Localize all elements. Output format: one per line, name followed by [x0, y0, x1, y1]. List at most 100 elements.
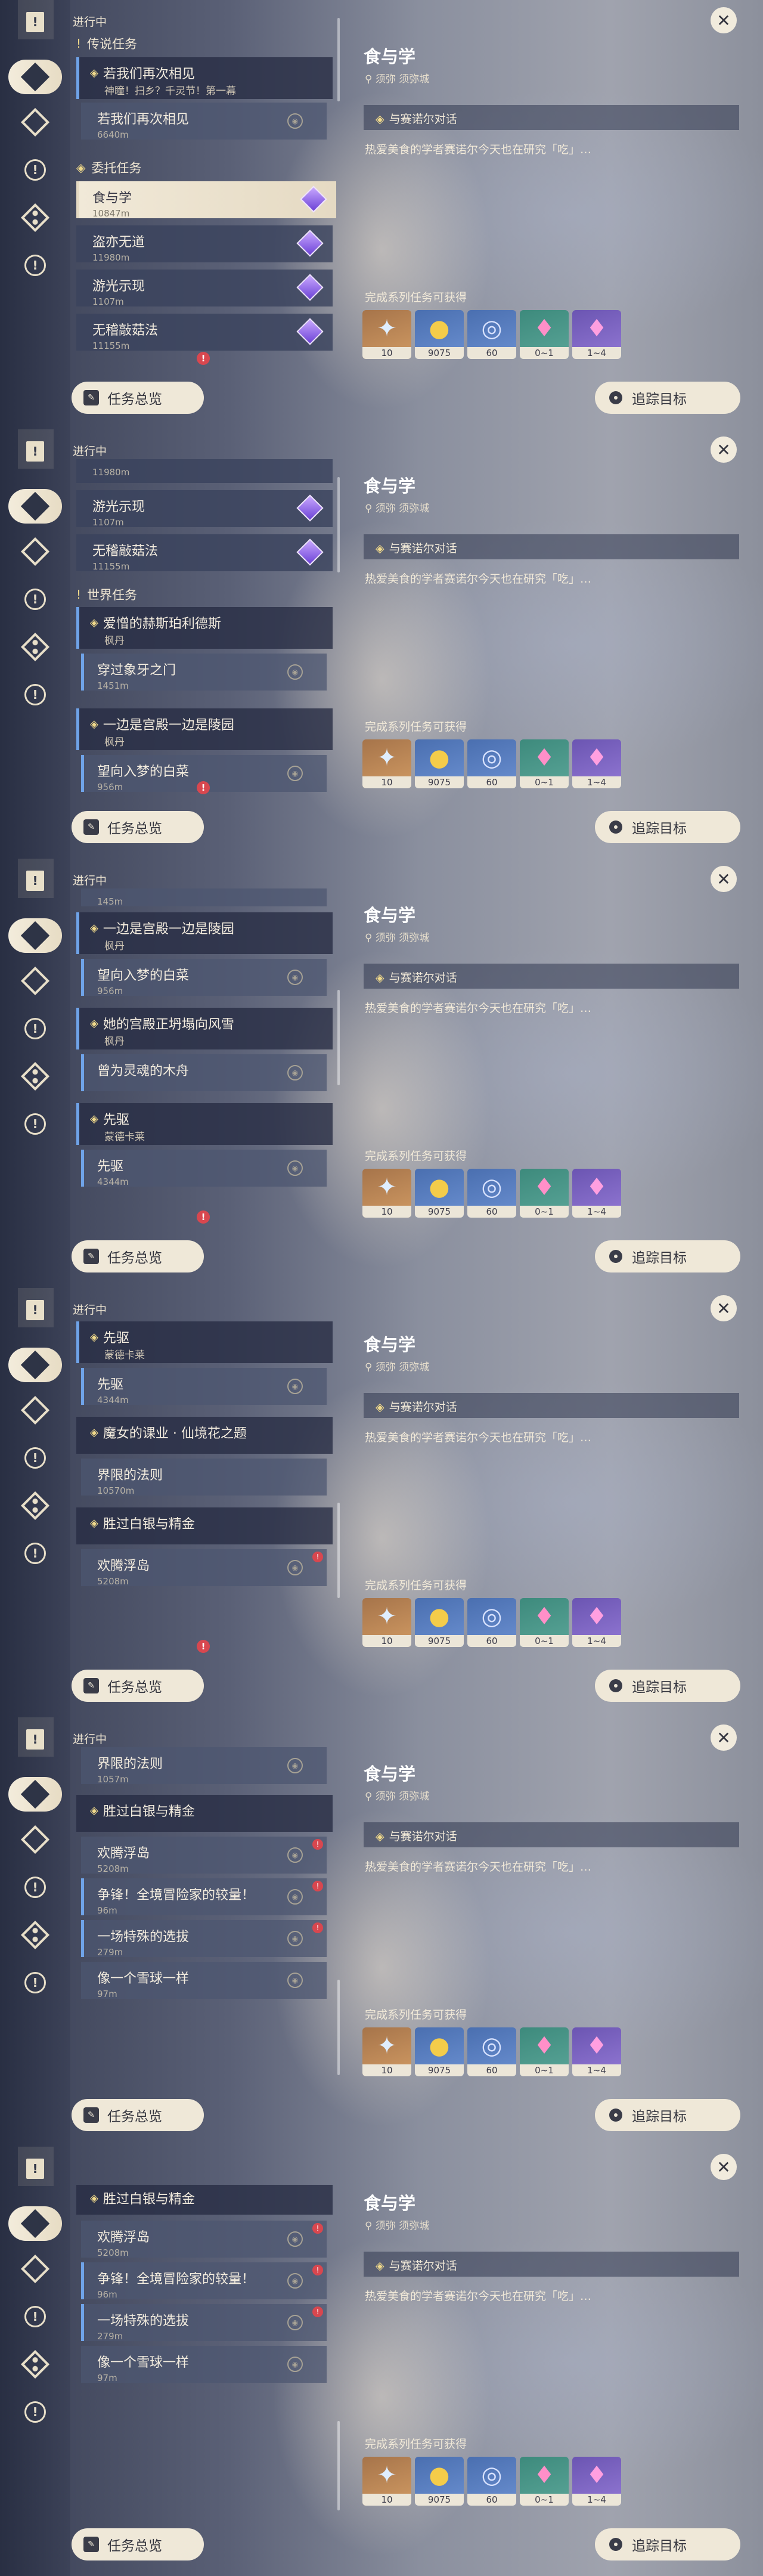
mora-icon[interactable]: ● 9075 — [415, 2457, 464, 2506]
archon-quest-filter-icon[interactable] — [8, 60, 62, 94]
track-button[interactable]: 追踪目标 — [595, 2528, 740, 2560]
mora-icon[interactable]: ● 9075 — [415, 2027, 464, 2076]
track-button[interactable]: 追踪目标 — [595, 811, 740, 843]
quest-overview-button[interactable]: ✎ 任务总览 — [72, 382, 204, 414]
adventure-exp-icon[interactable]: ✦ 10 — [362, 310, 411, 359]
quest-item[interactable]: 145m — [81, 888, 327, 907]
quest-item[interactable]: 先驱 4344m ◉ — [81, 1368, 327, 1405]
event-quest-filter-icon[interactable]: ! — [18, 1536, 52, 1571]
adventure-exp-icon[interactable]: ✦ 10 — [362, 1169, 411, 1218]
story-quest-filter-icon[interactable] — [18, 1393, 52, 1428]
hero-wit-icon[interactable]: ◎ 60 — [467, 739, 516, 788]
navigate-pin-icon[interactable]: ◉ — [287, 1758, 303, 1773]
commission-filter-icon[interactable] — [18, 2347, 52, 2382]
quest-overview-button[interactable]: ✎ 任务总览 — [72, 2099, 204, 2131]
quest-book-icon[interactable]: ! — [18, 434, 52, 469]
navigate-pin-icon[interactable]: ◉ — [287, 766, 303, 781]
navigate-pin-icon[interactable]: ◉ — [287, 113, 303, 129]
quest-book-icon[interactable]: ! — [18, 863, 52, 898]
mora-icon[interactable]: ● 9075 — [415, 1598, 464, 1647]
commission-filter-icon[interactable] — [18, 1059, 52, 1094]
story-quest-filter-icon[interactable] — [18, 964, 52, 998]
world-quest-filter-icon[interactable]: ! — [18, 1870, 52, 1905]
navigate-pin-icon[interactable]: ◉ — [287, 1889, 303, 1905]
navigate-pin-icon[interactable]: ◉ — [287, 2357, 303, 2372]
quest-group[interactable]: ◈ 胜过白银与精金 — [76, 2185, 333, 2215]
hero-wit-icon[interactable]: ◎ 60 — [467, 2027, 516, 2076]
track-button[interactable]: 追踪目标 — [595, 1240, 740, 1272]
quest-book-icon[interactable]: ! — [18, 1722, 52, 1757]
quest-item[interactable]: 曾为灵魂的木舟 ◉ — [81, 1054, 327, 1091]
track-button[interactable]: 追踪目标 — [595, 382, 740, 414]
quest-overview-button[interactable]: ✎ 任务总览 — [72, 1240, 204, 1272]
track-button[interactable]: 追踪目标 — [595, 2099, 740, 2131]
navigate-pin-icon[interactable]: ◉ — [287, 1560, 303, 1575]
quest-item[interactable]: 若我们再次相见 6640m ◉ — [81, 103, 327, 140]
quest-overview-button[interactable]: ✎ 任务总览 — [72, 811, 204, 843]
archon-quest-filter-icon[interactable] — [8, 489, 62, 524]
story-quest-filter-icon[interactable] — [18, 534, 52, 569]
quest-item[interactable]: 游光示现 1107m — [76, 270, 333, 307]
quest-item[interactable]: 像一个雪球一样 97m ◉ — [81, 2346, 327, 2383]
quest-group[interactable]: ◈ 一边是宫殿一边是陵园 枫丹 — [76, 912, 333, 954]
quest-item[interactable]: 盗亦无道 11980m — [76, 225, 333, 263]
event-quest-filter-icon[interactable]: ! — [18, 248, 52, 283]
event-quest-filter-icon[interactable]: ! — [18, 2395, 52, 2429]
quest-item[interactable]: 无稽敲菇法 11155m — [76, 314, 333, 351]
navigate-pin-icon[interactable]: ◉ — [287, 2315, 303, 2330]
event-quest-filter-icon[interactable]: ! — [18, 1107, 52, 1141]
close-icon[interactable]: ✕ — [711, 1724, 737, 1751]
quest-item[interactable]: 游光示现 1107m — [76, 490, 333, 528]
mora-icon[interactable]: ● 9075 — [415, 739, 464, 788]
quest-group[interactable]: ◈ 爱憎的赫斯珀利德斯 枫丹 — [76, 607, 333, 649]
quest-book-icon[interactable]: ! — [18, 2151, 52, 2186]
crystal-icon[interactable]: ♦ 0~1 — [520, 2457, 569, 2506]
quest-item[interactable]: 先驱 4344m ◉ — [81, 1150, 327, 1187]
quest-group[interactable]: ◈ 若我们再次相见 神瞳！扫乡？千灵节！第一幕 — [76, 57, 333, 99]
commission-filter-icon[interactable] — [18, 200, 52, 235]
navigate-pin-icon[interactable]: ◉ — [287, 1847, 303, 1863]
adventure-exp-icon[interactable]: ✦ 10 — [362, 739, 411, 788]
navigate-pin-icon[interactable]: ◉ — [287, 970, 303, 985]
archon-quest-filter-icon[interactable] — [8, 2206, 62, 2241]
quest-group[interactable]: ◈ 魔女的课业 · 仙境花之题 — [76, 1417, 333, 1454]
event-quest-filter-icon[interactable]: ! — [18, 677, 52, 712]
quest-item[interactable]: 一场特殊的选拔 279m ◉ ! — [81, 2304, 327, 2342]
list-scrollbar[interactable] — [337, 990, 340, 1085]
commission-filter-icon[interactable] — [18, 1918, 52, 1952]
list-scrollbar[interactable] — [337, 2421, 340, 2510]
crystal-icon[interactable]: ♦ 0~1 — [520, 2027, 569, 2076]
archon-quest-filter-icon[interactable] — [8, 1348, 62, 1382]
close-icon[interactable]: ✕ — [711, 1295, 737, 1321]
quest-group[interactable]: ◈ 先驱 蒙德卡莱 — [76, 1321, 333, 1363]
list-scrollbar[interactable] — [337, 1980, 340, 2075]
quest-item[interactable]: 争锋！全境冒险家的较量！ 96m ◉ ! — [81, 2262, 327, 2300]
adventure-exp-icon[interactable]: ✦ 10 — [362, 1598, 411, 1647]
list-scrollbar[interactable] — [337, 18, 340, 101]
list-scrollbar[interactable] — [337, 1503, 340, 1598]
quest-item[interactable]: 争锋！全境冒险家的较量！ 96m ◉ ! — [81, 1878, 327, 1916]
ore-icon[interactable]: ♦ 1~4 — [572, 739, 621, 788]
navigate-pin-icon[interactable]: ◉ — [287, 664, 303, 680]
navigate-pin-icon[interactable]: ◉ — [287, 1379, 303, 1394]
quest-book-icon[interactable]: ! — [18, 5, 52, 39]
archon-quest-filter-icon[interactable] — [8, 918, 62, 953]
ore-icon[interactable]: ♦ 1~4 — [572, 1598, 621, 1647]
quest-item[interactable]: 像一个雪球一样 97m ◉ — [81, 1962, 327, 1999]
quest-item[interactable]: 欢腾浮岛 5208m ◉ ! — [81, 2221, 327, 2258]
hero-wit-icon[interactable]: ◎ 60 — [467, 1169, 516, 1218]
crystal-icon[interactable]: ♦ 0~1 — [520, 310, 569, 359]
quest-group[interactable]: ◈ 一边是宫殿一边是陵园 枫丹 — [76, 708, 333, 750]
list-scrollbar[interactable] — [337, 477, 340, 572]
world-quest-filter-icon[interactable]: ! — [18, 1011, 52, 1046]
ore-icon[interactable]: ♦ 1~4 — [572, 1169, 621, 1218]
story-quest-filter-icon[interactable] — [18, 105, 52, 140]
world-quest-filter-icon[interactable]: ! — [18, 153, 52, 187]
quest-group[interactable]: ◈ 胜过白银与精金 — [76, 1507, 333, 1544]
close-icon[interactable]: ✕ — [711, 866, 737, 892]
quest-overview-button[interactable]: ✎ 任务总览 — [72, 2528, 204, 2560]
quest-overview-button[interactable]: ✎ 任务总览 — [72, 1670, 204, 1702]
ore-icon[interactable]: ♦ 1~4 — [572, 310, 621, 359]
navigate-pin-icon[interactable]: ◉ — [287, 2273, 303, 2289]
hero-wit-icon[interactable]: ◎ 60 — [467, 1598, 516, 1647]
